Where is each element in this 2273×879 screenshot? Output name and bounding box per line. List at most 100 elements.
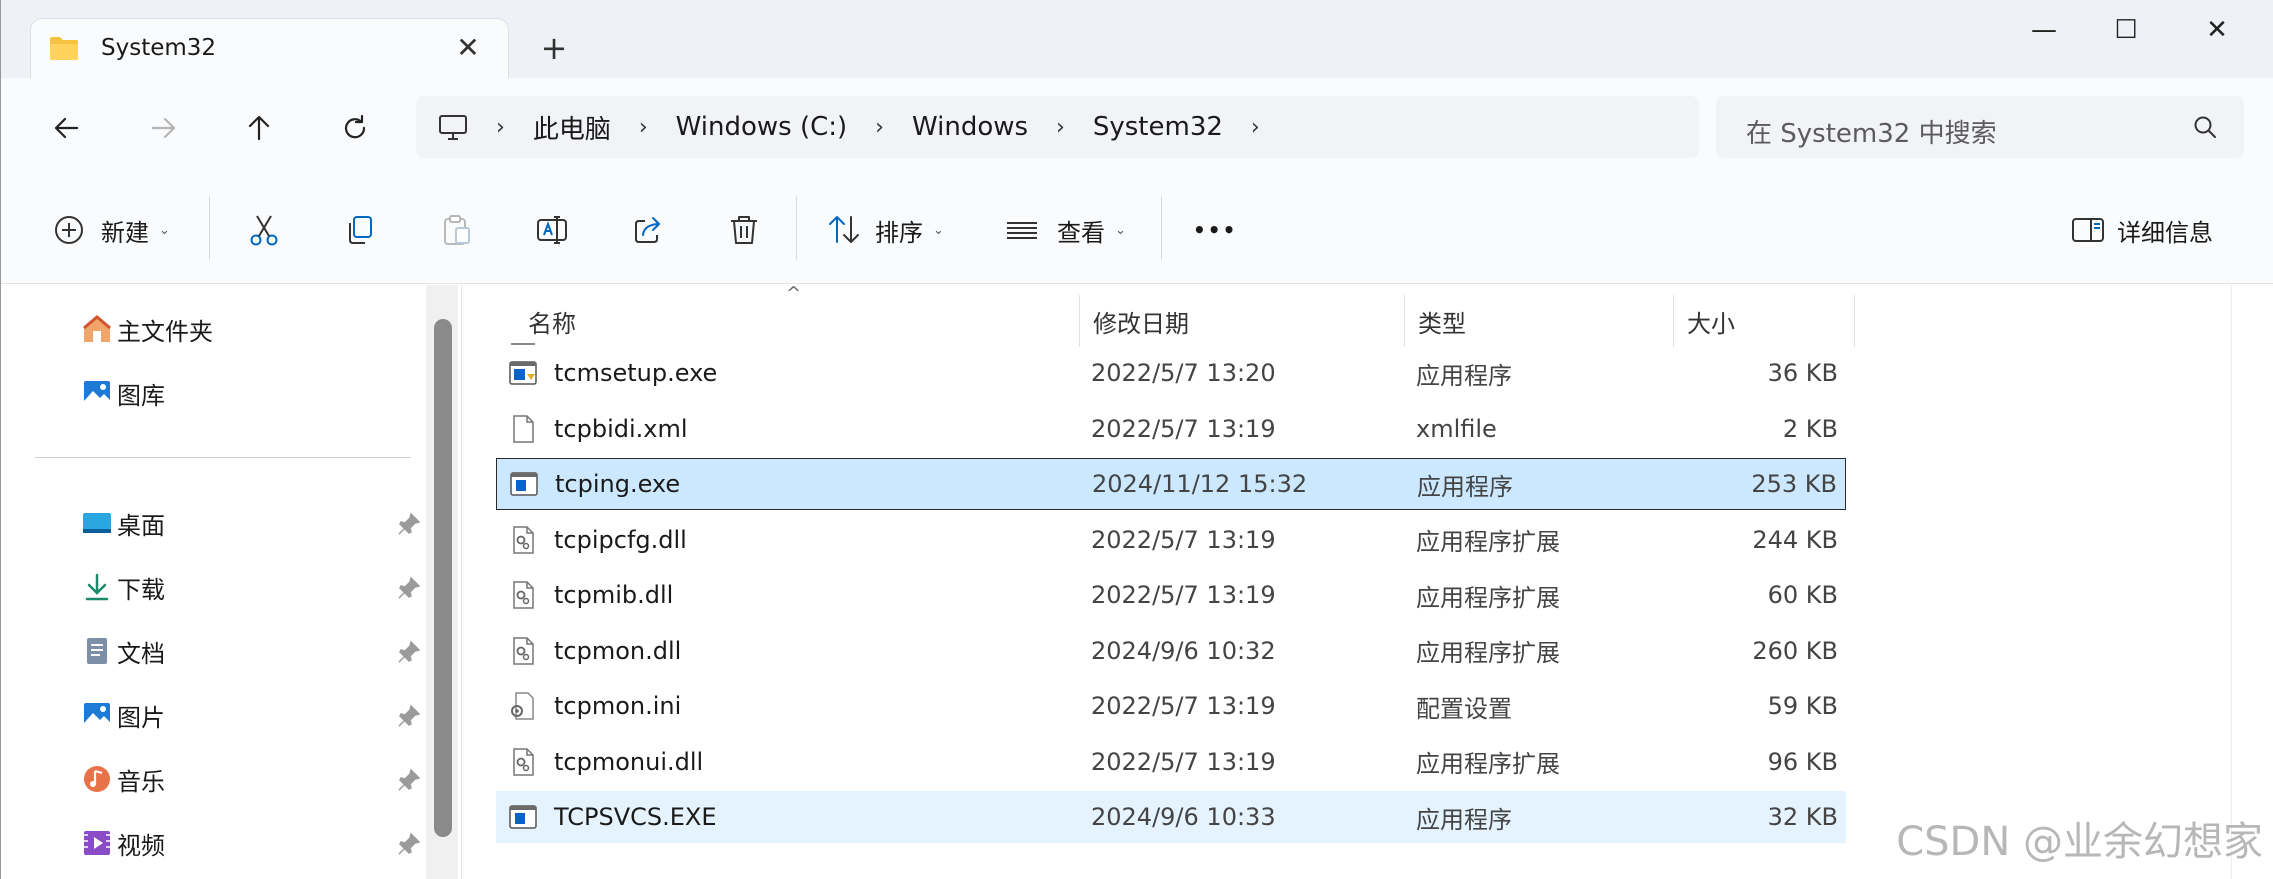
column-header-size[interactable]: 大小 bbox=[1675, 295, 1855, 347]
column-header-date[interactable]: 修改日期 bbox=[1081, 295, 1401, 347]
file-type: 应用程序扩展 bbox=[1416, 528, 1560, 556]
sort-label: 排序 bbox=[875, 218, 923, 247]
file-name: tcmsetup.exe bbox=[554, 359, 718, 387]
file-row[interactable]: tcpbidi.xml 2022/5/7 13:19 xmlfile 2 KB bbox=[496, 403, 1846, 455]
file-row[interactable]: TCPSVCS.EXE 2024/9/6 10:33 应用程序 32 KB bbox=[496, 791, 1846, 843]
pin-icon[interactable] bbox=[396, 703, 422, 729]
file-date: 2024/11/12 15:32 bbox=[1092, 470, 1308, 498]
column-divider[interactable] bbox=[1404, 295, 1405, 347]
sidebar-item-pictures[interactable]: 图片 bbox=[81, 695, 165, 735]
pin-icon[interactable] bbox=[396, 511, 422, 537]
command-bar: 新建 ⌄ 排序 ⌄ 查看 ⌄ ••• 详细信息 bbox=[1, 174, 2273, 284]
file-row[interactable]: tcpipcfg.dll 2022/5/7 13:19 应用程序扩展 244 KB bbox=[496, 514, 1846, 566]
file-size: 60 KB bbox=[1767, 581, 1838, 609]
details-pane-button[interactable]: 详细信息 bbox=[2071, 202, 2213, 258]
chevron-down-icon: ⌄ bbox=[933, 222, 944, 238]
share-button[interactable] bbox=[631, 202, 665, 258]
new-button[interactable]: 新建 ⌄ bbox=[53, 202, 170, 258]
sidebar-item-home[interactable]: 主文件夹 bbox=[81, 309, 213, 349]
file-date: 2024/9/6 10:32 bbox=[1091, 636, 1276, 665]
delete-button[interactable] bbox=[727, 202, 761, 258]
column-header-type[interactable]: 类型 bbox=[1406, 295, 1666, 347]
scissors-icon bbox=[250, 215, 278, 246]
column-header-name[interactable]: 名称 bbox=[516, 295, 916, 347]
arrow-right-icon bbox=[151, 117, 176, 139]
tab-close-icon[interactable]: ✕ bbox=[451, 31, 485, 65]
file-size: 36 KB bbox=[1767, 359, 1838, 387]
up-button[interactable] bbox=[231, 100, 287, 156]
column-divider[interactable] bbox=[1854, 295, 1855, 347]
copy-button[interactable] bbox=[343, 202, 377, 258]
back-button[interactable] bbox=[39, 100, 95, 156]
pin-icon[interactable] bbox=[396, 831, 422, 857]
pin-icon[interactable] bbox=[396, 639, 422, 665]
sidebar-item-videos[interactable]: 视频 bbox=[81, 823, 165, 863]
file-size: 59 KB bbox=[1767, 692, 1838, 720]
breadcrumb-windows-c[interactable]: Windows (C:) bbox=[676, 112, 848, 142]
more-options-button[interactable]: ••• bbox=[1193, 202, 1237, 258]
file-row[interactable]: tcmsetup.exe 2022/5/7 13:20 应用程序 36 KB bbox=[496, 347, 1846, 399]
toolbar-divider bbox=[796, 196, 797, 260]
file-row[interactable]: tcpmib.dll 2022/5/7 13:19 应用程序扩展 60 KB bbox=[496, 569, 1846, 621]
file-row[interactable]: tcpmon.ini 2022/5/7 13:19 配置设置 59 KB bbox=[496, 680, 1846, 732]
file-name-cell: tcpmonui.dll bbox=[508, 747, 703, 777]
cut-button[interactable] bbox=[247, 202, 281, 258]
breadcrumb-windows[interactable]: Windows bbox=[912, 112, 1028, 142]
dll-icon bbox=[513, 747, 534, 776]
home-icon bbox=[83, 315, 111, 342]
file-name-cell: tcpmon.ini bbox=[508, 691, 681, 721]
file-date: 2022/5/7 13:19 bbox=[1091, 525, 1276, 554]
refresh-button[interactable] bbox=[327, 100, 383, 156]
column-divider[interactable] bbox=[1673, 295, 1674, 347]
forward-button[interactable] bbox=[135, 100, 191, 156]
breadcrumb-separator[interactable]: › bbox=[1056, 115, 1065, 140]
minimize-button[interactable]: — bbox=[2014, 10, 2074, 50]
arrow-up-icon bbox=[248, 115, 270, 141]
sidebar-item-desktop[interactable]: 桌面 bbox=[81, 503, 165, 543]
file-date: 2022/5/7 13:19 bbox=[1091, 414, 1276, 443]
breadcrumb-separator[interactable]: › bbox=[875, 115, 884, 140]
breadcrumb-this-pc[interactable]: 此电脑 bbox=[533, 109, 611, 146]
breadcrumb-separator[interactable]: › bbox=[1251, 115, 1260, 140]
file-row[interactable]: tcpmonui.dll 2022/5/7 13:19 应用程序扩展 96 KB bbox=[496, 736, 1846, 788]
toolbar-divider bbox=[1161, 196, 1162, 260]
new-tab-button[interactable]: + bbox=[536, 30, 572, 66]
sidebar-item-gallery[interactable]: 图库 bbox=[81, 373, 165, 413]
sidebar-item-music[interactable]: 音乐 bbox=[81, 759, 165, 799]
address-bar[interactable]: › 此电脑 › Windows (C:) › Windows › System3… bbox=[416, 96, 1699, 158]
sidebar-item-downloads[interactable]: 下载 bbox=[81, 567, 165, 607]
file-name-cell: tcpipcfg.dll bbox=[508, 525, 687, 555]
installer-icon bbox=[509, 361, 537, 385]
paste-button[interactable] bbox=[439, 202, 473, 258]
sort-button[interactable]: 排序 ⌄ bbox=[827, 202, 944, 258]
tab-system32[interactable]: System32 ✕ bbox=[30, 18, 509, 78]
exe-icon bbox=[510, 472, 538, 496]
file-row[interactable]: tcping.exe 2024/11/12 15:32 应用程序 253 KB bbox=[496, 458, 1846, 510]
pin-icon[interactable] bbox=[396, 575, 422, 601]
column-divider[interactable] bbox=[1079, 295, 1080, 347]
file-size: 32 KB bbox=[1767, 803, 1838, 831]
file-type: 应用程序 bbox=[1417, 472, 1513, 501]
maximize-button[interactable]: ☐ bbox=[2096, 10, 2156, 50]
copy-icon bbox=[349, 216, 372, 244]
close-window-button[interactable]: ✕ bbox=[2187, 10, 2247, 50]
file-name-cell: tcpmon.dll bbox=[508, 636, 681, 666]
file-date: 2022/5/7 13:20 bbox=[1091, 359, 1276, 387]
refresh-icon bbox=[344, 114, 366, 139]
view-button[interactable]: 查看 ⌄ bbox=[1005, 202, 1126, 258]
breadcrumb-separator[interactable]: › bbox=[639, 115, 648, 140]
rename-button[interactable] bbox=[535, 202, 569, 258]
breadcrumb-system32[interactable]: System32 bbox=[1093, 112, 1223, 142]
sidebar-item-documents[interactable]: 文档 bbox=[81, 631, 165, 671]
sidebar-scrollbar-thumb[interactable] bbox=[434, 319, 452, 837]
title-bar: System32 ✕ + — ☐ ✕ bbox=[1, 0, 2273, 78]
search-input[interactable]: 在 System32 中搜索 bbox=[1716, 96, 2244, 158]
dll-icon bbox=[513, 525, 534, 554]
file-row[interactable]: tcpmon.dll 2024/9/6 10:32 应用程序扩展 260 KB bbox=[496, 625, 1846, 677]
watermark: CSDN @业余幻想家 bbox=[1896, 819, 2263, 865]
pin-icon[interactable] bbox=[396, 767, 422, 793]
file-name: tcpmon.ini bbox=[554, 692, 682, 720]
file-list-scrollbar-track[interactable] bbox=[2231, 285, 2273, 879]
chevron-down-icon: ⌄ bbox=[1115, 222, 1126, 238]
breadcrumb-separator: › bbox=[496, 114, 505, 140]
